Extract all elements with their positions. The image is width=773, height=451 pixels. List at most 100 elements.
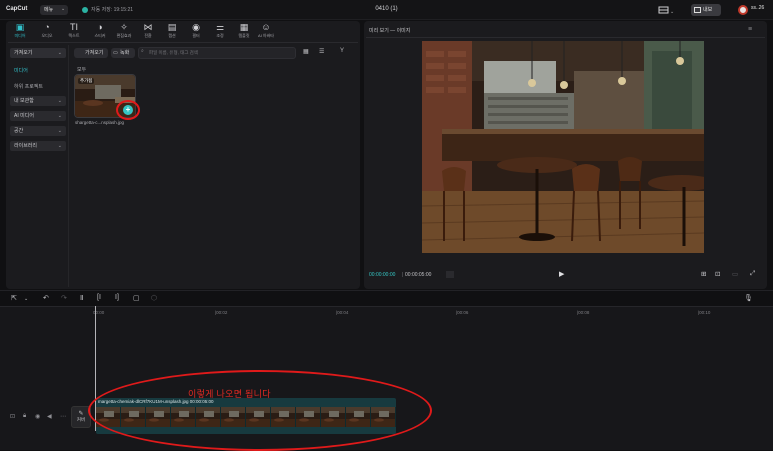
timecode-separator: | (402, 272, 404, 278)
play-icon[interactable]: ▶ (559, 270, 564, 278)
chevron-down-icon: ⌄ (57, 50, 62, 56)
sidebar-item-label: 하위 프로젝트 (14, 84, 43, 90)
search-input[interactable]: 파일 이름, 유형, 태그 검색 (138, 47, 296, 59)
cafe-interior-image (422, 41, 704, 253)
visibility-icon[interactable]: ◉ (35, 413, 40, 420)
audio-mute-icon[interactable]: ◀︎ (47, 413, 52, 420)
timecode-toggle-icon[interactable] (446, 271, 454, 278)
tab-adjust[interactable]: ⚌ 조정 (208, 22, 232, 42)
track-cover-icon[interactable]: ⊡ (10, 413, 15, 420)
tab-effects[interactable]: ✧ 편집효과 (112, 22, 136, 42)
tab-text[interactable]: TI 텍스트 (62, 22, 86, 42)
tab-label: 전환 (144, 33, 152, 38)
highlight-ellipse (88, 370, 432, 451)
microphone-icon[interactable]: 🎙 (744, 294, 753, 302)
sort-icon[interactable]: ☰ (319, 48, 324, 55)
sidebar-item[interactable]: AI 미디어 ⌄ (10, 111, 66, 121)
ruler-label: |00:10 (698, 310, 711, 315)
select-tool-icon[interactable]: ⇱ (11, 294, 17, 302)
tab-template[interactable]: ▦ 템플릿 (232, 22, 256, 42)
highlight-circle (116, 100, 140, 120)
tab-ai-avatar[interactable]: ☺ AI 아바타 (254, 22, 278, 42)
record-button[interactable]: ▭ 녹화 (111, 48, 135, 58)
more-icon[interactable]: ⋯ (60, 413, 66, 420)
split-right-icon[interactable]: I] (115, 294, 119, 301)
split-left-icon[interactable]: [I (97, 294, 101, 301)
ruler-label: |00:04 (336, 310, 349, 315)
layout-icon[interactable]: ⌄ (658, 5, 676, 15)
chevron-down-icon: ⌄ (57, 128, 62, 134)
text-icon: TI (70, 22, 78, 32)
camera-icon: ▭ (113, 50, 118, 56)
tab-sticker[interactable]: ◑ 스티커 (88, 22, 112, 42)
undo-icon[interactable]: ↶ (43, 294, 49, 302)
tab-label: 미디어 (14, 33, 26, 38)
tab-label: 캡션 (168, 33, 176, 38)
tab-caption[interactable]: ▤ 캡션 (160, 22, 184, 42)
caption-icon: ▤ (167, 22, 177, 32)
audio-icon: ◔ (44, 22, 50, 32)
sidebar-item[interactable]: 공간 ⌄ (10, 126, 66, 136)
sidebar-item-label: 라이브러리 (14, 143, 38, 149)
menu-icon[interactable]: ≡ (748, 26, 752, 33)
tab-label: 스티커 (94, 33, 106, 38)
sidebar-item[interactable]: 가져오기 ⌄ (10, 48, 66, 58)
sidebar-item[interactable]: 하위 프로젝트 (10, 82, 66, 92)
current-timecode: 00:00:00:00 (369, 272, 396, 278)
export-button[interactable]: 내보 (691, 4, 721, 16)
sidebar-item-label: 미디어 (14, 68, 28, 74)
annotation-text: 이렇게 나오면 됩니다 (188, 389, 271, 399)
redo-icon[interactable]: ↷ (61, 294, 67, 302)
tab-transition[interactable]: ⋈ 전환 (136, 22, 160, 42)
focus-icon[interactable]: ⊡ (715, 270, 720, 278)
sticker-icon: ◑ (97, 22, 103, 32)
sidebar-item-label: 가져오기 (14, 50, 33, 56)
tab-label: 편집효과 (116, 33, 132, 38)
divider (0, 290, 773, 291)
chevron-down-icon: ⌄ (57, 98, 62, 104)
ruler-label: |00:06 (456, 310, 469, 315)
sidebar-item[interactable]: 미디어 (10, 66, 66, 76)
search-icon: ⌕ (141, 48, 144, 54)
tab-label: 텍스트 (68, 33, 80, 38)
transition-icon: ⋈ (143, 22, 153, 32)
preview-title: 미리 보기 — 이미지 (369, 28, 411, 34)
ai-avatar-icon: ☺ (261, 22, 271, 32)
media-panel (6, 21, 360, 289)
thumbnail-filename: shargetta-c...nsplash.jpg (75, 120, 125, 125)
sidebar-item[interactable]: 라이브러리 ⌄ (10, 141, 66, 151)
tab-media[interactable]: ▣ 미디어 (8, 22, 32, 42)
import-button[interactable]: 가져오기 (74, 48, 108, 58)
chevron-down-icon: ⌄ (57, 143, 62, 149)
filter-all-label[interactable]: 모두 (77, 66, 86, 73)
fit-icon[interactable]: ⊞ (701, 270, 706, 278)
tab-label: 조정 (216, 33, 224, 38)
tab-audio[interactable]: ◔ 오디오 (35, 22, 59, 42)
divider (366, 37, 765, 38)
user-name[interactable]: ss..26 (751, 5, 764, 11)
preview-image (422, 41, 704, 253)
split-icon[interactable]: Ⅱ (80, 294, 83, 302)
lock-icon[interactable]: 🔒︎ (23, 413, 26, 420)
ratio-icon[interactable]: ▭ (732, 270, 738, 278)
export-label: 내보 (703, 7, 713, 13)
total-timecode: 00:00:05:00 (405, 272, 432, 278)
filter-icon: ◉ (192, 22, 200, 32)
fullscreen-icon[interactable]: ⤢ (750, 270, 755, 278)
delete-icon[interactable]: ▢ (133, 294, 140, 302)
divider (0, 306, 773, 307)
record-label: 녹화 (120, 50, 130, 56)
export-icon (694, 7, 701, 13)
svg-text:⌄: ⌄ (670, 9, 674, 15)
grid-view-icon[interactable]: ▦ (303, 48, 309, 55)
sidebar-item[interactable]: 내 보관함 ⌄ (10, 96, 66, 106)
sidebar-item-label: 공간 (14, 128, 24, 134)
shield-icon[interactable]: ⬡ (151, 294, 157, 302)
tab-label: 필터 (192, 33, 200, 38)
chevron-down-icon[interactable]: ⌄ (24, 296, 28, 302)
tab-filter[interactable]: ◉ 필터 (184, 22, 208, 42)
effects-icon: ✧ (120, 22, 128, 32)
filter-icon[interactable]: Y (340, 48, 344, 54)
tab-label: 오디오 (41, 33, 53, 38)
avatar[interactable] (738, 5, 748, 15)
